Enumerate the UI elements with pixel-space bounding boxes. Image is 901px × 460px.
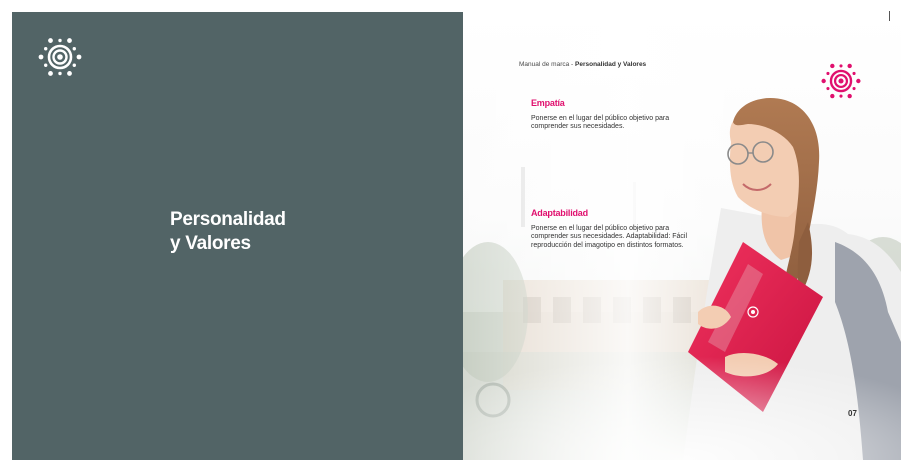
sun-flower-logo-icon — [38, 38, 82, 76]
logo-ray-dot — [44, 63, 48, 67]
logo-ray-dot — [852, 71, 856, 76]
value-block-empatia: Empatía Ponerse en el lugar del público … — [531, 98, 691, 132]
logo-ray-dot — [830, 63, 835, 69]
brand-manual-spread: Personalidad y Valores Manual de marca -… — [0, 0, 901, 460]
page-edge-mark — [889, 11, 890, 21]
value-description: Ponerse en el lugar del público objetivo… — [531, 225, 688, 249]
manual-header: Manual de marca - Personalidad y Valores — [519, 61, 646, 68]
logo-ray-dot — [826, 86, 830, 91]
value-title: Adaptabilidad — [531, 208, 588, 218]
section-title: Personalidad y Valores — [170, 208, 286, 256]
logo-ray-dot — [852, 86, 856, 91]
value-block-adaptabilidad: Adaptabilidad Ponerse en el lugar del pú… — [531, 208, 691, 250]
logo-ray-dot — [830, 93, 835, 99]
section-title-line1: Personalidad — [170, 209, 286, 230]
logo-ray-dot — [48, 38, 53, 43]
logo-ray-dot — [38, 54, 44, 60]
logo-ray-dot — [48, 71, 53, 76]
logo-ray-dot — [67, 38, 72, 43]
logo-ray-dot — [44, 47, 48, 51]
logo-ray-dot — [67, 71, 72, 76]
logo-ray-dot — [58, 71, 62, 76]
page-number: 07 — [848, 409, 857, 418]
logo-ray-dot — [72, 47, 76, 51]
logo-ray-dot — [847, 93, 852, 99]
manual-header-prefix: Manual de marca - — [519, 61, 575, 68]
logo-ray-dot — [839, 94, 843, 98]
logo-ray-dot — [839, 64, 843, 68]
value-title: Empatía — [531, 98, 565, 108]
logo-ray-dot — [821, 78, 826, 84]
section-title-line2: y Valores — [170, 233, 251, 254]
left-page: Personalidad y Valores — [12, 12, 463, 460]
logo-ray-dot — [76, 54, 82, 60]
manual-header-section: Personalidad y Valores — [575, 61, 647, 68]
logo-ray-dot — [847, 63, 852, 69]
value-description: Ponerse en el lugar del público objetivo… — [531, 115, 670, 131]
logo-ray-dot — [826, 71, 830, 76]
logo-ray-dot — [58, 38, 62, 43]
right-page: Manual de marca - Personalidad y Valores… — [463, 12, 901, 460]
logo-ray-dot — [72, 63, 76, 67]
sun-flower-logo-icon — [821, 63, 861, 99]
logo-ray-dot — [856, 78, 861, 84]
